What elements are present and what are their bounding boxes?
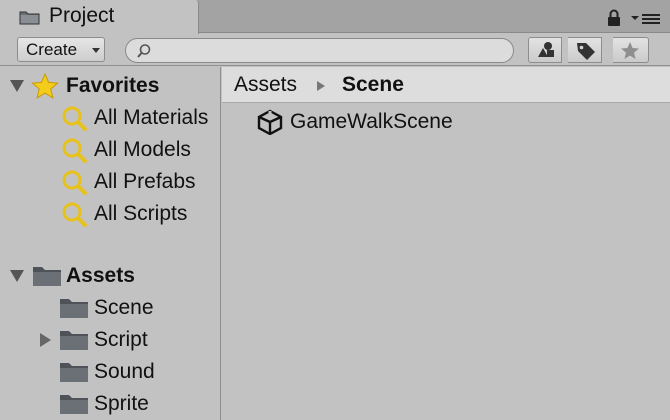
search-icon	[62, 170, 87, 195]
filter-by-type-button[interactable]	[528, 37, 562, 63]
toolbar: Create	[0, 34, 670, 66]
dropdown-arrow-icon	[92, 48, 100, 53]
folder-icon	[60, 395, 88, 414]
folder-icon	[33, 267, 61, 286]
tree-item-all-materials[interactable]: All Materials	[0, 103, 220, 133]
project-tree: Favorites All Materials All Models All P…	[0, 67, 221, 420]
tree-item-scene[interactable]: Scene	[0, 293, 220, 323]
tab-title: Project	[49, 4, 115, 27]
unity-scene-icon	[257, 109, 283, 135]
lock-icon[interactable]	[607, 9, 621, 27]
search-field[interactable]	[125, 38, 514, 63]
tree-item-sound[interactable]: Sound	[0, 357, 220, 387]
breadcrumb: Assets Scene	[222, 67, 670, 103]
shapes-icon	[538, 42, 554, 57]
tab-strip: Project	[0, 0, 670, 34]
search-icon	[62, 106, 87, 131]
expand-arrow-right-icon[interactable]	[40, 333, 51, 347]
folder-icon	[60, 331, 88, 350]
tree-item-label: All Prefabs	[94, 170, 196, 193]
asset-item-label: GameWalkScene	[290, 110, 453, 133]
search-icon	[62, 202, 87, 227]
search-input[interactable]	[158, 41, 498, 60]
folder-icon	[60, 299, 88, 318]
tree-item-label: All Scripts	[94, 202, 188, 225]
save-search-button[interactable]	[613, 37, 649, 63]
search-icon	[62, 138, 87, 163]
expand-arrow-down-icon[interactable]	[10, 80, 24, 92]
asset-browser: Assets Scene GameWalkScene	[222, 67, 670, 420]
breadcrumb-separator-icon	[317, 81, 325, 91]
tree-item-all-models[interactable]: All Models	[0, 135, 220, 165]
filter-by-label-button[interactable]	[568, 37, 602, 63]
assets-label: Assets	[66, 264, 135, 287]
tree-item-label: Scene	[94, 296, 154, 319]
create-button[interactable]: Create	[17, 37, 105, 62]
breadcrumb-item-scene[interactable]: Scene	[342, 73, 404, 97]
tag-icon	[577, 43, 595, 60]
expand-arrow-down-icon[interactable]	[10, 270, 24, 282]
window-menu-icon[interactable]	[630, 12, 662, 26]
tree-item-assets[interactable]: Assets	[0, 261, 220, 291]
favorites-label: Favorites	[66, 74, 160, 97]
tab-project[interactable]: Project	[0, 0, 199, 34]
tree-item-script[interactable]: Script	[0, 325, 220, 355]
tree-item-all-scripts[interactable]: All Scripts	[0, 199, 220, 229]
breadcrumb-item-assets[interactable]: Assets	[234, 73, 297, 97]
tree-item-sprite[interactable]: Sprite	[0, 389, 220, 419]
tree-item-label: Script	[94, 328, 148, 351]
create-button-label: Create	[26, 40, 78, 59]
tree-item-label: Sound	[94, 360, 155, 383]
folder-icon	[19, 11, 40, 25]
tree-item-label: Sprite	[94, 392, 149, 415]
search-icon	[137, 44, 151, 58]
star-icon	[31, 73, 59, 99]
tree-item-label: All Materials	[94, 106, 209, 129]
tree-item-favorites[interactable]: Favorites	[0, 71, 220, 101]
folder-icon	[60, 363, 88, 382]
star-icon	[621, 42, 639, 59]
tree-item-all-prefabs[interactable]: All Prefabs	[0, 167, 220, 197]
tree-item-label: All Models	[94, 138, 191, 161]
